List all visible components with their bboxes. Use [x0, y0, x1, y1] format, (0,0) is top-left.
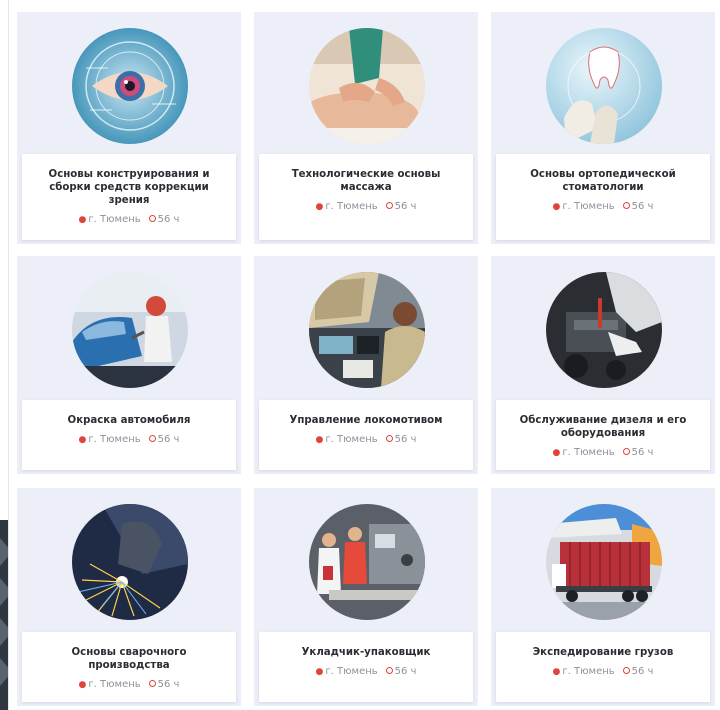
- location-pin-icon: ●: [552, 448, 561, 458]
- course-info: Технологические основы массажа ● г. Тюмен…: [259, 154, 473, 240]
- course-meta: ● г. Тюмень 56 ч: [30, 679, 228, 690]
- course-card[interactable]: Основы ортопедической стоматологии ● г. Т…: [491, 12, 715, 244]
- course-image-welding: [72, 504, 188, 620]
- course-title: Основы сварочного производства: [71, 647, 187, 671]
- course-card[interactable]: Основы сварочного производства ● г. Тюмен…: [17, 488, 241, 706]
- course-title: Основы конструирования и сборки средств …: [48, 169, 210, 206]
- course-title: Укладчик-упаковщик: [301, 647, 431, 658]
- course-hours: 56 ч: [631, 666, 654, 677]
- course-card[interactable]: Укладчик-упаковщик ● г. Тюмень 56 ч: [254, 488, 478, 706]
- location-pin-icon: ●: [315, 435, 324, 445]
- course-info: Укладчик-упаковщик ● г. Тюмень 56 ч: [259, 632, 473, 702]
- location-pin-icon: ●: [78, 680, 87, 690]
- clock-icon: [622, 667, 630, 674]
- location-pin-icon: ●: [315, 667, 324, 677]
- course-title: Обслуживание дизеля и его оборудования: [519, 415, 687, 439]
- course-card[interactable]: Окраска автомобиля ● г. Тюмень 56 ч: [17, 256, 241, 474]
- location-pin-icon: ●: [78, 215, 87, 225]
- course-grid: Основы конструирования и сборки средств …: [8, 0, 715, 710]
- course-image-dental: [546, 28, 662, 144]
- course-city: г. Тюмень: [88, 434, 141, 445]
- course-info: Основы ортопедической стоматологии ● г. Т…: [496, 154, 710, 240]
- course-hours: 56 ч: [157, 679, 180, 690]
- course-hours: 56 ч: [394, 201, 417, 212]
- course-hours: 56 ч: [394, 666, 417, 677]
- course-hours: 56 ч: [157, 214, 180, 225]
- location-pin-icon: ●: [78, 435, 87, 445]
- course-info: Основы конструирования и сборки средств …: [22, 154, 236, 240]
- course-meta: ● г. Тюмень 56 ч: [267, 434, 465, 445]
- course-hours: 56 ч: [157, 434, 180, 445]
- clock-icon: [622, 202, 630, 209]
- course-info: Управление локомотивом ● г. Тюмень 56 ч: [259, 400, 473, 470]
- course-city: г. Тюмень: [562, 666, 615, 677]
- location-pin-icon: ●: [315, 202, 324, 212]
- location-pin-icon: ●: [552, 202, 561, 212]
- clock-icon: [385, 202, 393, 209]
- location-pin-icon: ●: [552, 667, 561, 677]
- course-info: Окраска автомобиля ● г. Тюмень 56 ч: [22, 400, 236, 470]
- course-city: г. Тюмень: [325, 666, 378, 677]
- course-image-locomotive: [309, 272, 425, 388]
- course-image-massage: [309, 28, 425, 144]
- course-title: Управление локомотивом: [289, 415, 443, 426]
- course-city: г. Тюмень: [88, 214, 141, 225]
- clock-icon: [148, 435, 156, 442]
- course-city: г. Тюмень: [562, 447, 615, 458]
- course-title: Технологические основы массажа: [291, 169, 441, 193]
- course-card[interactable]: Основы конструирования и сборки средств …: [17, 12, 241, 244]
- clock-icon: [385, 667, 393, 674]
- course-hours: 56 ч: [394, 434, 417, 445]
- course-image-car-painting: [72, 272, 188, 388]
- course-meta: ● г. Тюмень 56 ч: [30, 214, 228, 225]
- course-city: г. Тюмень: [325, 434, 378, 445]
- course-image-cargo: [546, 504, 662, 620]
- course-meta: ● г. Тюмень 56 ч: [267, 201, 465, 212]
- course-hours: 56 ч: [631, 201, 654, 212]
- clock-icon: [148, 680, 156, 687]
- course-title: Экспедирование грузов: [532, 647, 674, 658]
- course-meta: ● г. Тюмень 56 ч: [504, 201, 702, 212]
- course-image-packing: [309, 504, 425, 620]
- course-meta: ● г. Тюмень 56 ч: [504, 447, 702, 458]
- course-info: Экспедирование грузов ● г. Тюмень 56 ч: [496, 632, 710, 702]
- course-title: Основы ортопедической стоматологии: [530, 169, 676, 193]
- course-image-eye: [72, 28, 188, 144]
- course-info: Основы сварочного производства ● г. Тюмен…: [22, 632, 236, 702]
- clock-icon: [622, 448, 630, 455]
- course-card[interactable]: Технологические основы массажа ● г. Тюмен…: [254, 12, 478, 244]
- clock-icon: [385, 435, 393, 442]
- clock-icon: [148, 215, 156, 222]
- course-meta: ● г. Тюмень 56 ч: [267, 666, 465, 677]
- course-city: г. Тюмень: [325, 201, 378, 212]
- course-city: г. Тюмень: [562, 201, 615, 212]
- course-info: Обслуживание дизеля и его оборудования ●…: [496, 400, 710, 470]
- course-hours: 56 ч: [631, 447, 654, 458]
- course-title: Окраска автомобиля: [67, 415, 191, 426]
- course-meta: ● г. Тюмень 56 ч: [30, 434, 228, 445]
- course-image-engine: [546, 272, 662, 388]
- course-city: г. Тюмень: [88, 679, 141, 690]
- course-card[interactable]: Управление локомотивом ● г. Тюмень 56 ч: [254, 256, 478, 474]
- course-card[interactable]: Экспедирование грузов ● г. Тюмень 56 ч: [491, 488, 715, 706]
- course-meta: ● г. Тюмень 56 ч: [504, 666, 702, 677]
- course-card[interactable]: Обслуживание дизеля и его оборудования ●…: [491, 256, 715, 474]
